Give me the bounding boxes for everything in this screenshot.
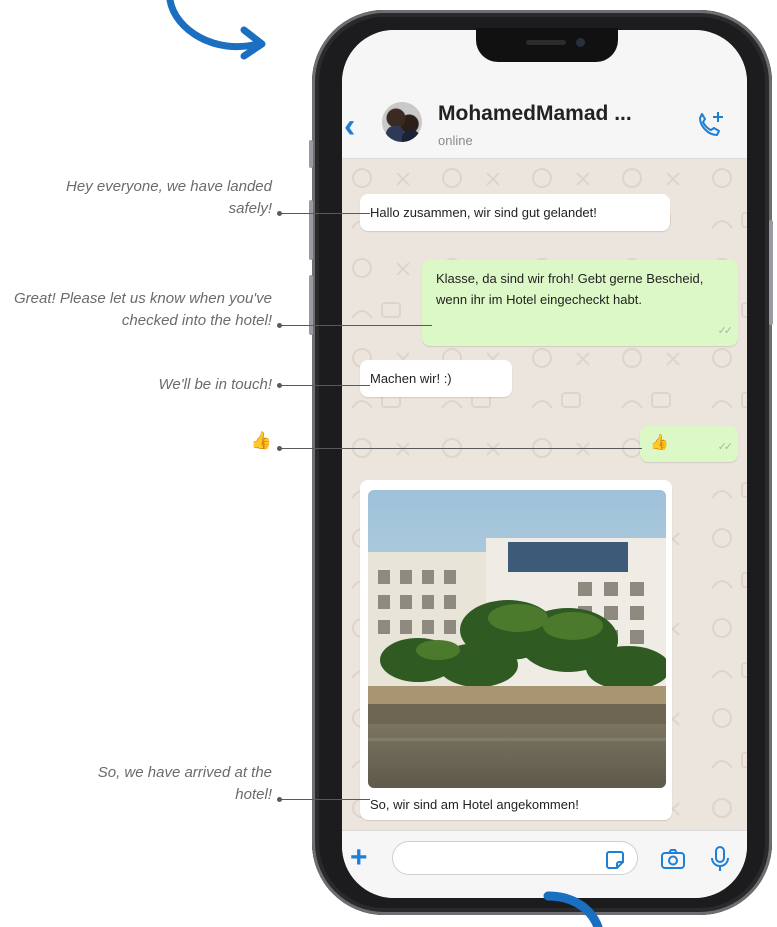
contact-name[interactable]: MohamedMamad ... (438, 102, 632, 126)
annotation-line (280, 385, 370, 386)
annotation-line (280, 448, 642, 449)
read-ticks-icon: ✓✓ (717, 441, 734, 453)
hotel-photo[interactable] (368, 490, 666, 788)
back-chevron-icon[interactable]: ‹ (344, 109, 355, 143)
avatar[interactable] (382, 102, 422, 142)
sticker-icon[interactable] (604, 849, 626, 871)
photo-caption: So, wir sind am Hotel angekommen! (370, 797, 579, 812)
annotation-line (280, 799, 370, 800)
annotation-line (280, 325, 432, 326)
message-incoming[interactable]: Hallo zusammen, wir sind gut gelandet! (360, 194, 670, 231)
phone-notch (476, 28, 618, 62)
curved-arrow-icon (166, 0, 266, 60)
microphone-icon[interactable] (710, 845, 730, 873)
contact-status: online (438, 133, 473, 148)
message-incoming-photo[interactable]: So, wir sind am Hotel angekommen! (360, 480, 672, 820)
phone-volume-up (309, 200, 313, 260)
thumbs-up-emoji: 👍 (650, 434, 669, 451)
phone-volume-down (309, 275, 313, 335)
message-incoming[interactable]: Machen wir! :) (360, 360, 512, 397)
thumbs-up-icon: 👍 (250, 431, 272, 450)
message-text: Hallo zusammen, wir sind gut gelandet! (370, 205, 597, 220)
camera-icon[interactable] (660, 848, 686, 870)
annotation-text: We'll be in touch! (158, 376, 272, 393)
message-text: Machen wir! :) (370, 371, 452, 386)
phone-power-button (769, 220, 773, 325)
read-ticks-icon: ✓✓ (717, 325, 734, 337)
message-input-bar: + (342, 830, 747, 898)
annotation-line (280, 213, 370, 214)
message-text: Klasse, da sind wir froh! Gebt gerne Bes… (436, 271, 704, 307)
phone-plus-icon[interactable] (694, 110, 726, 140)
phone-mute-switch (309, 140, 313, 168)
curved-arrow-icon (543, 891, 603, 927)
annotation-text: Hey everyone, we have landed safely! (66, 178, 272, 217)
chat-screen: ‹ MohamedMamad ... online Hallo zusammen… (342, 30, 747, 898)
message-input[interactable] (392, 841, 638, 875)
annotation-text: Great! Please let us know when you've ch… (13, 290, 272, 329)
plus-icon[interactable]: + (350, 841, 368, 875)
message-outgoing[interactable]: Klasse, da sind wir froh! Gebt gerne Bes… (422, 260, 738, 346)
annotation-text: So, we have arrived at the hotel! (97, 764, 272, 803)
message-outgoing[interactable]: 👍 ✓✓ (640, 426, 738, 462)
